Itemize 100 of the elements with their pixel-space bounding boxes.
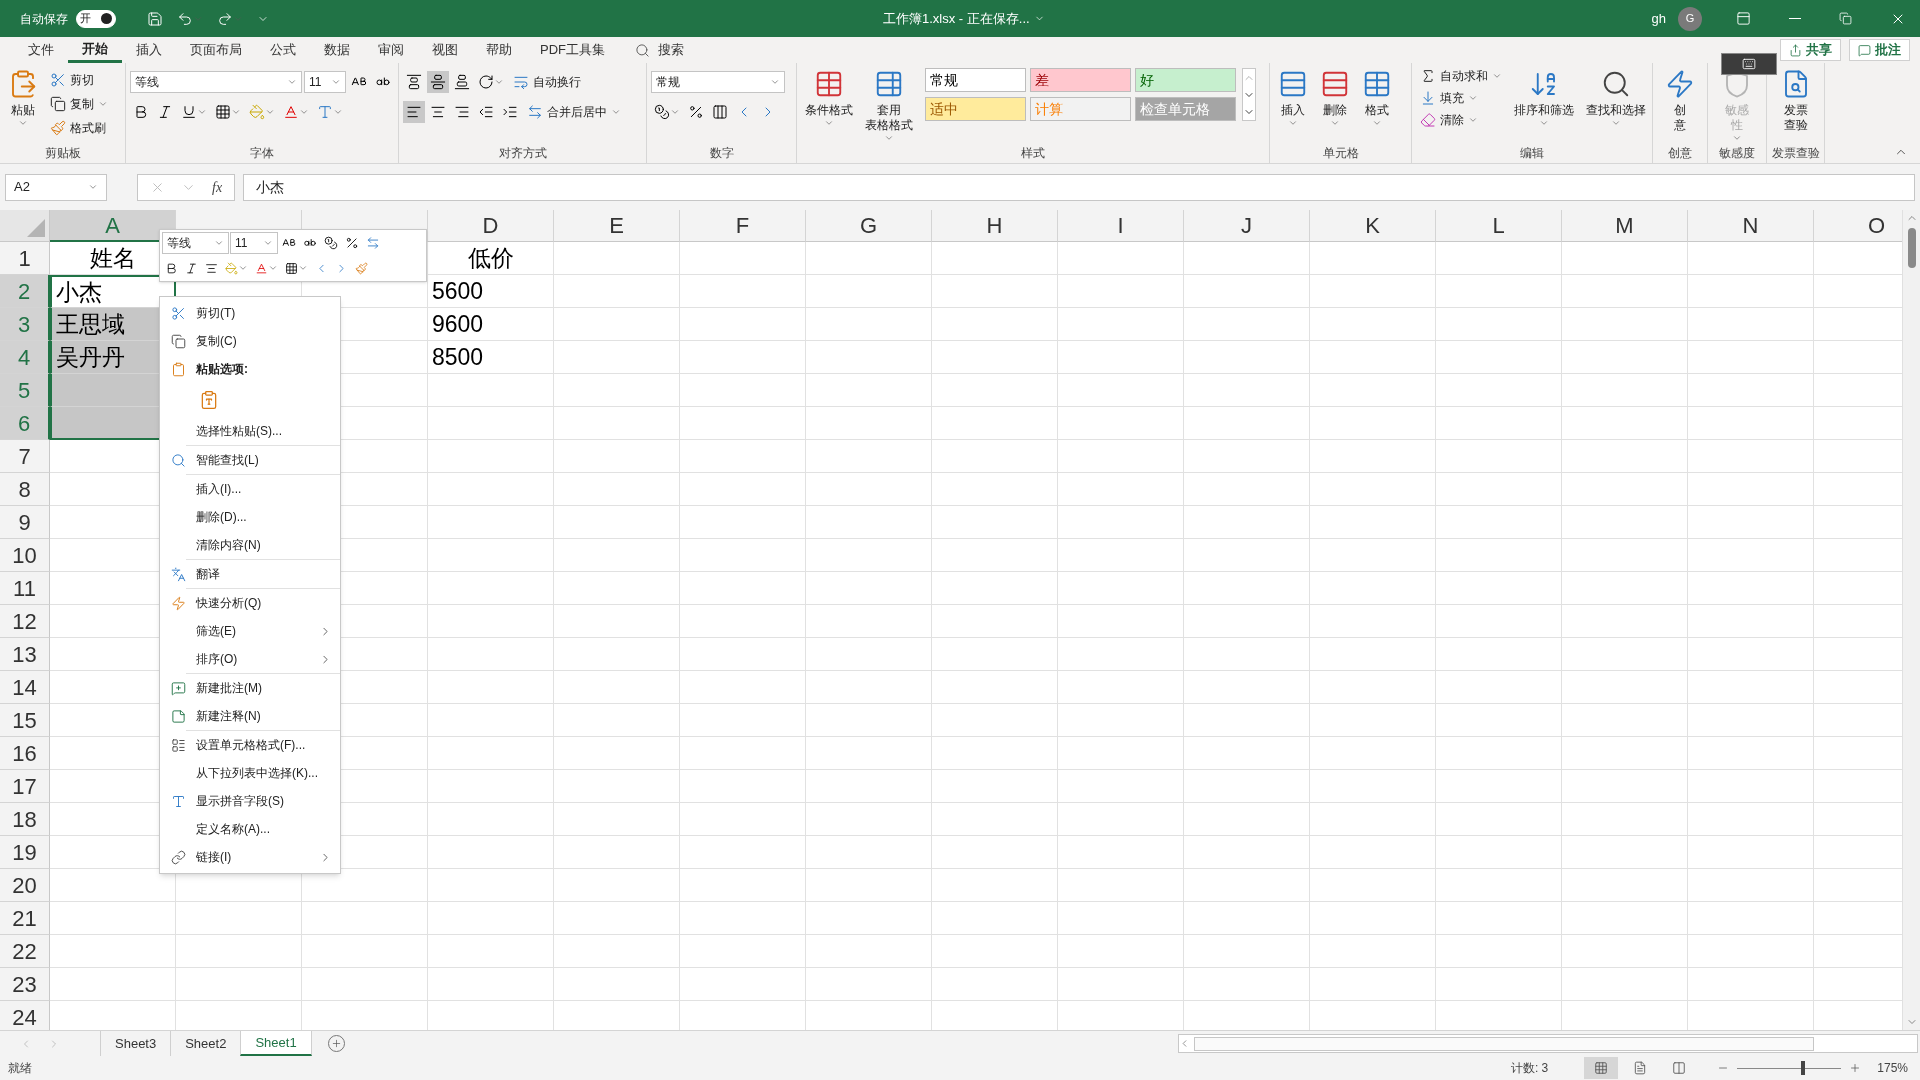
wrap-text-button[interactable]: 自动换行	[509, 71, 585, 93]
row-header[interactable]: 10	[0, 539, 50, 572]
menu-item[interactable]: 快速分析(Q)	[160, 589, 340, 617]
menu-item[interactable]: 智能查找(L)	[160, 446, 340, 474]
ribbon-button[interactable]: 发票 查验	[1776, 65, 1815, 145]
row-header[interactable]: 19	[0, 836, 50, 869]
row-header[interactable]: 18	[0, 803, 50, 836]
user-name: gh	[1651, 9, 1666, 28]
menu-item[interactable]: 翻译	[160, 560, 340, 588]
formula-field[interactable]: 小杰	[243, 173, 1915, 201]
column-header[interactable]: F	[680, 210, 806, 242]
copy-button[interactable]: 复制	[46, 93, 112, 115]
cell-style[interactable]: 适中	[925, 97, 1026, 121]
menu-item[interactable]: 定义名称(A)...	[160, 815, 340, 843]
autosave-label: 自动保存	[20, 10, 68, 28]
row-header[interactable]: 23	[0, 968, 50, 1001]
paste-button[interactable]: 粘贴	[4, 65, 42, 145]
menu-item[interactable]: 链接(I)	[160, 843, 340, 871]
row-header[interactable]: 5	[0, 374, 50, 407]
autosave-toggle[interactable]: 开	[76, 9, 116, 28]
row-header[interactable]: 4	[0, 341, 50, 374]
avatar[interactable]: G	[1678, 6, 1702, 31]
fill-button[interactable]: 填充	[1416, 87, 1506, 109]
row-header[interactable]: 2	[0, 275, 50, 308]
name-box[interactable]: A2	[5, 173, 107, 201]
column-header[interactable]: K	[1310, 210, 1436, 242]
comments-button[interactable]: 批注	[1849, 39, 1910, 61]
insert-function-button[interactable]: fx	[212, 176, 223, 198]
column-header[interactable]: N	[1688, 210, 1814, 242]
menu-item[interactable]: 筛选(E)	[160, 617, 340, 645]
column-header[interactable]: H	[932, 210, 1058, 242]
ribbon-tab[interactable]: 插入	[122, 37, 176, 63]
row-header[interactable]: 15	[0, 704, 50, 737]
menu-item[interactable]: 新建批注(M)	[160, 674, 340, 702]
row-header[interactable]: 21	[0, 902, 50, 935]
row-header[interactable]: 22	[0, 935, 50, 968]
autosum-button[interactable]: 自动求和	[1416, 65, 1506, 87]
ribbon-button[interactable]: 创 意	[1661, 65, 1699, 145]
ribbon-tab[interactable]: 帮助	[472, 37, 526, 63]
cell-style[interactable]: 差	[1030, 68, 1131, 92]
font-size-field[interactable]: 11	[304, 71, 346, 93]
search-button[interactable]: 搜索	[635, 40, 684, 60]
row-header[interactable]: 20	[0, 869, 50, 902]
sheet-tab[interactable]: Sheet1	[240, 1031, 312, 1056]
column-header[interactable]: E	[554, 210, 680, 242]
column-header[interactable]: O	[1814, 210, 1902, 242]
cell-style[interactable]: 好	[1135, 68, 1236, 92]
column-header[interactable]: M	[1562, 210, 1688, 242]
menu-item[interactable]: 设置单元格格式(F)...	[160, 731, 340, 759]
number-format-field[interactable]: 常规	[651, 71, 785, 93]
ribbon-tab[interactable]: 审阅	[364, 37, 418, 63]
format-cells-button[interactable]: 格式	[1358, 65, 1396, 145]
sort-filter-button[interactable]: 排序和筛选	[1510, 65, 1578, 145]
merge-center-button[interactable]: 合并后居中	[523, 101, 625, 123]
conditional-format-button[interactable]: 条件格式	[801, 65, 857, 145]
menu-item[interactable]: 清除内容(N)	[160, 531, 340, 559]
column-header[interactable]: G	[806, 210, 932, 242]
zoom-level[interactable]: 175%	[1877, 1059, 1908, 1077]
column-header[interactable]: I	[1058, 210, 1184, 242]
ribbon-tab[interactable]: 数据	[310, 37, 364, 63]
ribbon-tab[interactable]: PDF工具集	[526, 37, 619, 63]
table-format-button[interactable]: 套用 表格格式	[861, 65, 917, 145]
font-name-field[interactable]: 等线	[130, 71, 302, 93]
cut-button[interactable]: 剪切	[46, 69, 112, 91]
column-header[interactable]: D	[428, 210, 554, 242]
row-header[interactable]: 12	[0, 605, 50, 638]
ribbon-tab[interactable]: 公式	[256, 37, 310, 63]
menu-item[interactable]: 排序(O)	[160, 645, 340, 673]
ribbon-tab[interactable]: 视图	[418, 37, 472, 63]
row-header[interactable]: 7	[0, 440, 50, 473]
window-title[interactable]: 工作簿1.xlsx - 正在保存...	[883, 8, 1045, 29]
row-header[interactable]: 16	[0, 737, 50, 770]
menu-item[interactable]: 新建注释(N)	[160, 702, 340, 730]
row-header[interactable]: 6	[0, 407, 50, 440]
delete-cells-button[interactable]: 删除	[1316, 65, 1354, 145]
format-painter-button[interactable]: 格式刷	[46, 117, 112, 139]
row-header[interactable]: 8	[0, 473, 50, 506]
menu-item[interactable]: 删除(D)...	[160, 503, 340, 531]
clear-button[interactable]: 清除	[1416, 109, 1506, 131]
ribbon-tab[interactable]: 文件	[14, 37, 68, 63]
menu-item[interactable]: 从下拉列表中选择(K)...	[160, 759, 340, 787]
share-button[interactable]: 共享	[1780, 39, 1841, 61]
column-header[interactable]: J	[1184, 210, 1310, 242]
row-header[interactable]: 24	[0, 1001, 50, 1030]
find-select-button[interactable]: 查找和选择	[1582, 65, 1650, 145]
row-header[interactable]: 13	[0, 638, 50, 671]
cell-style[interactable]: 常规	[925, 68, 1026, 92]
row-header[interactable]: 9	[0, 506, 50, 539]
menu-item[interactable]: 选择性粘贴(S)...	[160, 417, 340, 445]
row-header[interactable]: 17	[0, 770, 50, 803]
row-header[interactable]: 11	[0, 572, 50, 605]
font-size-field[interactable]: 11	[230, 232, 278, 254]
row-header[interactable]: 1	[0, 242, 50, 275]
column-header[interactable]: L	[1436, 210, 1562, 242]
row-header[interactable]: 14	[0, 671, 50, 704]
menu-item[interactable]: 显示拼音字段(S)	[160, 787, 340, 815]
row-header[interactable]: 3	[0, 308, 50, 341]
menu-item[interactable]: 插入(I)...	[160, 475, 340, 503]
insert-cells-button[interactable]: 插入	[1274, 65, 1312, 145]
ribbon-tab[interactable]: 页面布局	[176, 37, 256, 63]
